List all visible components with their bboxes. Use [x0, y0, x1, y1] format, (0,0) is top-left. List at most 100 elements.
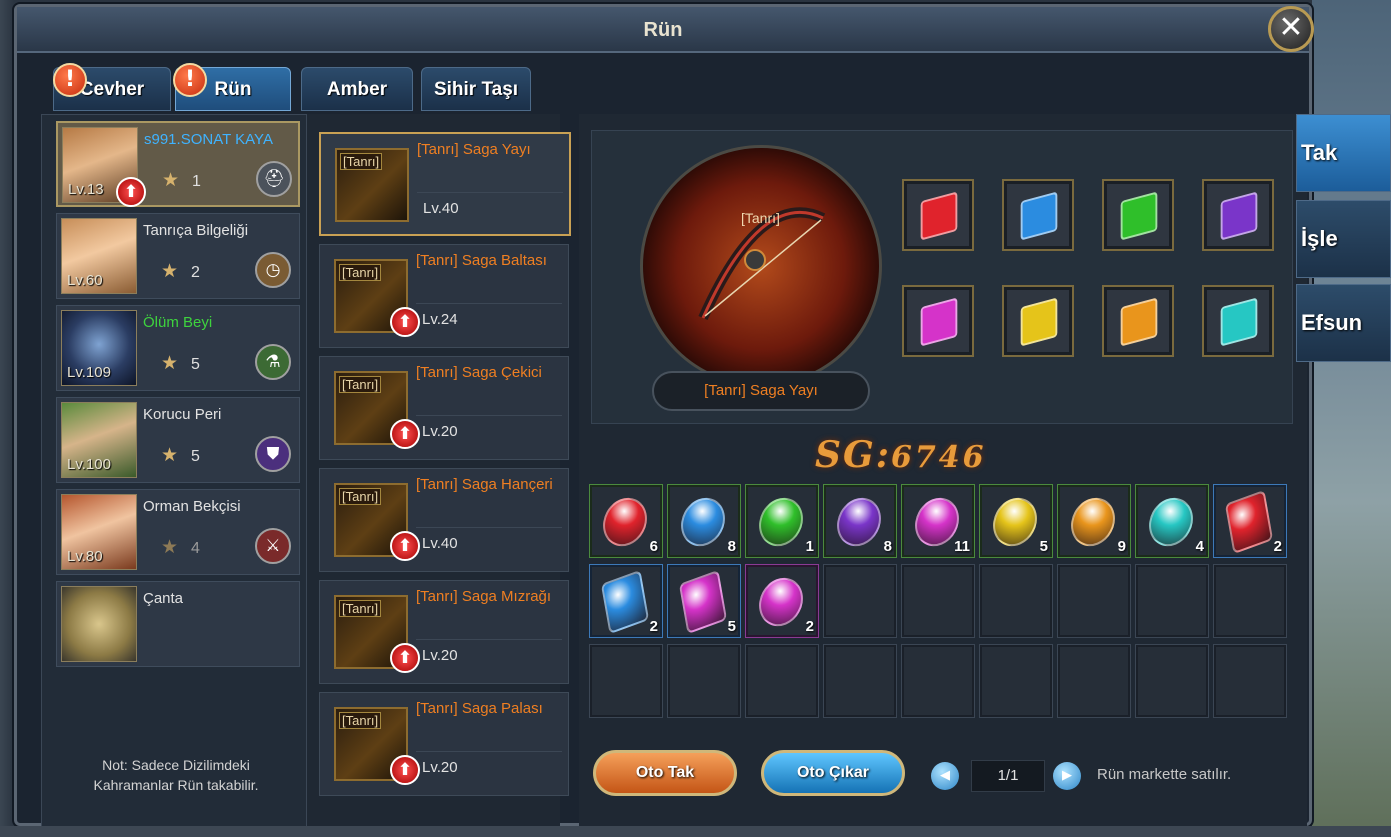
inventory-slot[interactable]: 8 [823, 484, 897, 558]
hero-stars: 1 [192, 173, 201, 190]
auto-remove-button[interactable]: Oto Çıkar [761, 750, 905, 796]
equipment-item[interactable]: [Tanrı] ⬆ [Tanrı] Saga Çekici Lv.20 [319, 356, 569, 460]
hero-item[interactable]: Lv.100 Korucu Peri ★ 5 ⛊ [56, 397, 300, 483]
inventory-slot[interactable]: 2 [1213, 484, 1287, 558]
inventory-slot[interactable] [823, 644, 897, 718]
tab-sihir-tasi[interactable]: Sihir Taşı [421, 67, 531, 111]
equipment-item[interactable]: [Tanrı] ⬆ [Tanrı] Saga Palası Lv.20 [319, 692, 569, 796]
inventory-slot[interactable] [1135, 564, 1209, 638]
upgrade-icon: ⬆ [390, 755, 420, 785]
item-name: [Tanrı] Saga Hançeri [416, 476, 553, 493]
rune-socket[interactable] [1102, 285, 1174, 357]
rune-socket[interactable] [1202, 285, 1274, 357]
inventory-slot[interactable]: 11 [901, 484, 975, 558]
inventory-slot[interactable]: 1 [745, 484, 819, 558]
rune-socket[interactable] [1102, 179, 1174, 251]
close-icon[interactable]: ✕ [1268, 6, 1314, 52]
inventory-slot[interactable] [1057, 644, 1131, 718]
item-level: Lv.20 [422, 759, 458, 776]
inventory-slot[interactable] [979, 644, 1053, 718]
rune-inventory: 6 8 1 8 11 5 9 4 2 2 5 2 [589, 484, 1297, 728]
item-level: Lv.20 [422, 647, 458, 664]
inventory-slot[interactable]: 9 [1057, 484, 1131, 558]
hero-name: s991.SONAT KAYA [144, 131, 273, 148]
bottom-border [0, 826, 1391, 837]
rune-count: 2 [805, 618, 814, 635]
hero-item[interactable]: Lv.13 ⬆ s991.SONAT KAYA ★ 1 ⛑ [56, 121, 300, 207]
inventory-slot[interactable]: 5 [667, 564, 741, 638]
inventory-slot[interactable] [667, 644, 741, 718]
inventory-slot[interactable]: 2 [745, 564, 819, 638]
alert-icon: ! [173, 63, 207, 97]
rune-socket[interactable] [902, 179, 974, 251]
item-level: Lv.40 [422, 535, 458, 552]
shield-icon: ⛊ [255, 436, 291, 472]
rune-count: 2 [649, 618, 658, 635]
inventory-slot[interactable] [979, 564, 1053, 638]
equipment-item[interactable]: [Tanrı] ⬆ [Tanrı] Saga Mızrağı Lv.20 [319, 580, 569, 684]
hero-name: Korucu Peri [143, 406, 222, 423]
inventory-slot[interactable]: 5 [979, 484, 1053, 558]
upgrade-icon: ⬆ [390, 643, 420, 673]
inventory-slot[interactable]: 2 [589, 564, 663, 638]
helmet-icon: ⛑ [256, 161, 292, 197]
star-icon: ★ [161, 260, 179, 282]
bow-icon: [Tanrı] [335, 148, 409, 222]
equipment-item[interactable]: [Tanrı] ⬆ [Tanrı] Saga Hançeri Lv.40 [319, 468, 569, 572]
side-tab-efsun[interactable]: Efsun [1296, 284, 1391, 362]
side-tab-tak[interactable]: Tak [1296, 114, 1391, 192]
tab-amber[interactable]: Amber [301, 67, 413, 111]
inventory-slot[interactable] [1135, 644, 1209, 718]
rune-icon [600, 569, 650, 635]
rune-icon [750, 490, 812, 554]
bag-item[interactable]: Çanta [56, 581, 300, 667]
prev-page-icon[interactable]: ◀ [931, 762, 959, 790]
hero-stars: 2 [191, 264, 200, 281]
inventory-slot[interactable]: 6 [589, 484, 663, 558]
inventory-slot[interactable] [901, 564, 975, 638]
upgrade-icon: ⬆ [390, 419, 420, 449]
rune-icon [1062, 490, 1124, 554]
rune-socket[interactable] [902, 285, 974, 357]
inventory-slot[interactable]: 4 [1135, 484, 1209, 558]
lineup-note: Not: Sadece Dizilimdeki Kahramanlar Rün … [93, 757, 259, 793]
hero-item[interactable]: Lv.80 Orman Bekçisi ★ 4 ⚔ [56, 489, 300, 575]
hero-name: Tanrıça Bilgeliği [143, 222, 249, 239]
rune-icon [984, 490, 1046, 554]
hero-item[interactable]: Lv.109 Ölüm Beyi ★ 5 ⚗ [56, 305, 300, 391]
equipment-item[interactable]: [Tanrı] ⬆ [Tanrı] Saga Baltası Lv.24 [319, 244, 569, 348]
inventory-slot[interactable] [1213, 564, 1287, 638]
inventory-slot[interactable] [589, 644, 663, 718]
rune-icon [828, 490, 890, 554]
side-tab-isle[interactable]: İşle [1296, 200, 1391, 278]
item-level: Lv.40 [423, 200, 459, 217]
bag-icon [61, 586, 137, 662]
rune-count: 8 [883, 538, 892, 555]
clock-icon: ◷ [255, 252, 291, 288]
next-page-icon[interactable]: ▶ [1053, 762, 1081, 790]
rune-socket[interactable] [1202, 179, 1274, 251]
item-level: Lv.20 [422, 423, 458, 440]
rune-socket[interactable] [1002, 285, 1074, 357]
inventory-slot[interactable]: 8 [667, 484, 741, 558]
item-name: [Tanrı] Saga Baltası [416, 252, 547, 269]
inventory-slot[interactable] [1057, 564, 1131, 638]
inventory-slot[interactable] [901, 644, 975, 718]
item-name: [Tanrı] Saga Palası [416, 700, 543, 717]
equipment-item[interactable]: [Tanrı] [Tanrı] Saga Yayı Lv.40 [319, 132, 571, 236]
hero-item[interactable]: Lv.60 Tanrıça Bilgeliği ★ 2 ◷ [56, 213, 300, 299]
rune-panel: [Tanrı] [Tanrı] Saga Yayı SG:6746 6 8 1 8 11… [579, 114, 1307, 828]
rune-count: 11 [954, 538, 970, 555]
rune-count: 8 [727, 538, 736, 555]
inventory-slot[interactable] [745, 644, 819, 718]
upgrade-icon: ⬆ [390, 307, 420, 337]
inventory-slot[interactable] [1213, 644, 1287, 718]
hero-level: Lv.13 [68, 181, 104, 198]
rune-count: 1 [805, 538, 814, 555]
inventory-slot[interactable] [823, 564, 897, 638]
star-icon: ★ [161, 444, 179, 466]
rune-socket[interactable] [1002, 179, 1074, 251]
hero-name: Ölüm Beyi [143, 314, 213, 331]
item-name: [Tanrı] Saga Çekici [416, 364, 542, 381]
auto-equip-button[interactable]: Oto Tak [593, 750, 737, 796]
